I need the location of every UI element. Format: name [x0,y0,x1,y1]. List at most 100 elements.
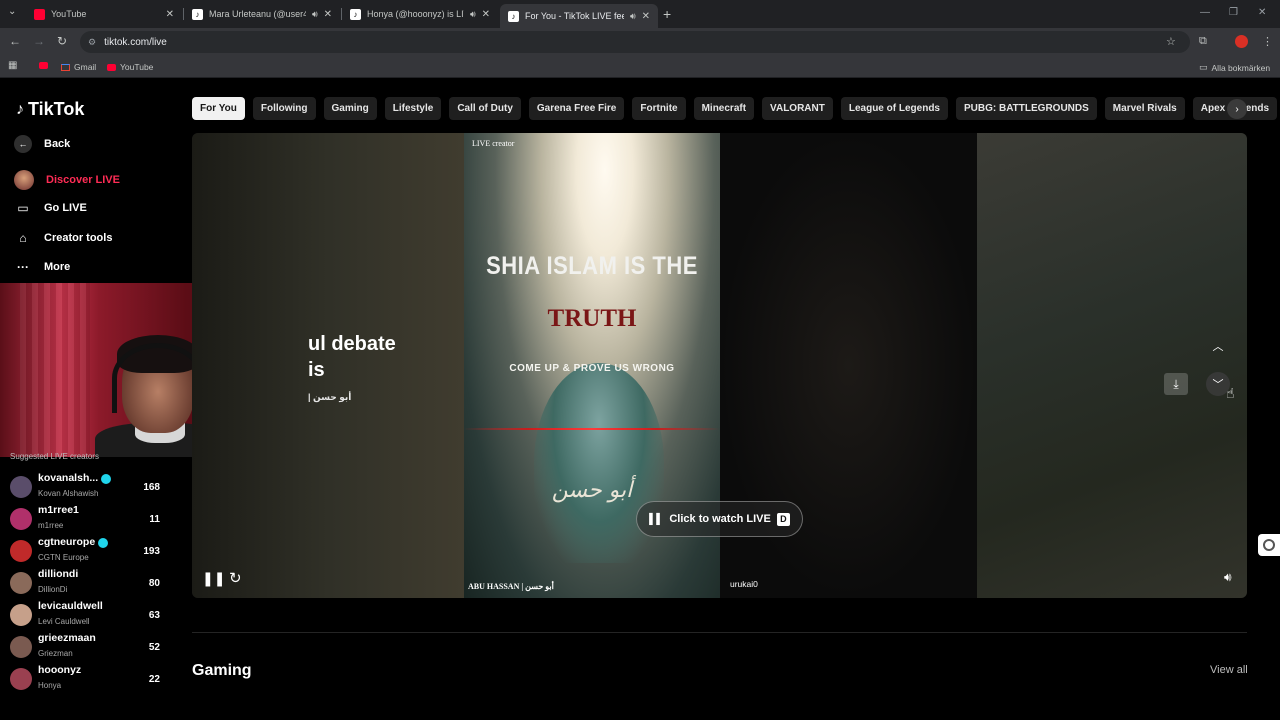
apps-grid-icon[interactable]: ▦ [8,60,17,71]
folder-icon: ▭ [1199,62,1208,72]
speaker-icon[interactable]: 🔊︎ [470,9,476,20]
tab-title: For You - TikTok LIVE feed [525,11,624,21]
list-item[interactable]: hooonyz Honya 22 [10,664,160,694]
tab-title: YouTube [51,9,87,19]
chevron-right-icon[interactable]: › [1227,99,1247,119]
chip-valorant[interactable]: VALORANT [762,97,833,120]
tiktok-favicon-icon: ♪ [350,8,361,20]
chip-fortnite[interactable]: Fortnite [632,97,686,120]
youtube-icon [107,63,116,71]
live-carousel[interactable]: ul debate is | أبو حسن LIVE creator SHIA… [192,133,1247,598]
tab-search-icon[interactable]: ⌄ [8,6,16,17]
creator-caption: urukai0 [730,579,758,589]
extensions-icon[interactable]: ⧉ [1199,35,1207,48]
bookmark-star-icon[interactable]: ☆ [1166,35,1176,48]
list-item[interactable]: cgtneurope CGTN Europe 193 [10,536,160,566]
close-icon[interactable]: ✕ [482,9,490,20]
forward-arrow-icon[interactable]: → [33,34,45,48]
close-icon[interactable]: ✕ [642,11,650,22]
tiktok-note-icon: ♪ [16,100,24,118]
list-item[interactable]: kovanalsh... Kovan Alshawish 168 [10,472,160,502]
avatar [10,572,32,594]
chip-garena-free-fire[interactable]: Garena Free Fire [528,97,625,120]
chevron-up-icon[interactable]: ︿ [1206,334,1230,358]
tab-mara[interactable]: ♪ Mara Urleteanu (@user444 🔊︎ ✕ [184,4,340,24]
arrow-left-icon: ← [14,135,32,153]
browser-tabstrip: ⌄ YouTube ✕ ♪ Mara Urleteanu (@user444 🔊… [0,0,1280,28]
live-panel-left[interactable]: ul debate is | أبو حسن [192,133,464,598]
minimize-icon[interactable]: — [1200,7,1210,18]
view-all-link[interactable]: View all [1210,664,1248,676]
verified-badge-icon [98,537,109,548]
profile-avatar[interactable] [1235,35,1248,48]
avatar [10,508,32,530]
close-icon[interactable]: ✕ [166,9,174,20]
speaker-icon[interactable]: 🔊︎ [312,9,318,20]
tab-youtube[interactable]: YouTube ✕ [26,4,182,24]
chip-minecraft[interactable]: Minecraft [693,97,755,120]
shortcut-key: D [776,512,790,526]
tab-title: Honya (@hooonyz) is LIVE [367,9,464,19]
more-dots-icon: ··· [17,260,29,274]
divider [192,632,1247,633]
speaker-icon[interactable]: 🔊︎ [630,11,636,22]
overlay-text-line1: SHIA ISLAM IS THE [486,251,698,280]
sidebar-item-more[interactable]: ··· More [14,260,70,274]
sidebar-item-go-live[interactable]: ▭ Go LIVE [14,201,86,215]
all-bookmarks[interactable]: ▭ Alla bokmärken [1199,62,1270,73]
tiktok-logo[interactable]: ♪ TikTok [16,99,84,120]
list-item[interactable]: levicauldwell Levi Cauldwell 63 [10,600,160,630]
chip-following[interactable]: Following [252,97,316,120]
live-creator-label: LIVE creator [472,139,515,148]
section-title: Gaming [192,662,252,679]
sidebar-item-creator-tools[interactable]: ⌂ Creator tools [14,231,112,245]
watch-live-button[interactable]: ▌▌ Click to watch LIVE D [636,501,803,537]
tiktok-favicon-icon: ♪ [192,8,203,20]
site-info-icon[interactable]: ⚙ [88,37,96,48]
overlay-text-line3: COME UP & PROVE US WRONG [509,363,675,374]
bookmark-youtube[interactable]: YouTube [107,62,153,72]
suggested-header: Suggested LIVE creators [10,452,99,461]
chip-lifestyle[interactable]: Lifestyle [384,97,442,120]
chip-gaming[interactable]: Gaming [323,97,377,120]
chip-for-you[interactable]: For You [192,97,245,120]
back-button[interactable]: ← Back [14,135,70,153]
category-chips: For You Following Gaming Lifestyle Call … [192,97,1278,121]
live-panel-right[interactable] [977,133,1247,598]
close-icon[interactable]: ✕ [324,9,332,20]
chip-pubg[interactable]: PUBG: BATTLEGROUNDS [955,97,1097,120]
tab-tiktok-live-feed[interactable]: ♪ For You - TikTok LIVE feed 🔊︎ ✕ [500,4,658,28]
sidebar-item-discover-live[interactable]: Discover LIVE [14,170,120,190]
verified-badge-icon [101,473,112,484]
tab-honya[interactable]: ♪ Honya (@hooonyz) is LIVE 🔊︎ ✕ [342,4,498,24]
bookmark-youtube-favicon[interactable] [39,62,48,69]
tiktok-favicon-icon: ♪ [508,10,519,22]
pause-icon[interactable]: ❚❚ [202,570,225,587]
tab-title: Mara Urleteanu (@user444 [209,9,306,19]
red-light-line [464,428,720,430]
chip-call-of-duty[interactable]: Call of Duty [449,97,521,120]
floating-widget-icon[interactable] [1258,534,1280,556]
address-bar[interactable]: ⚙ tiktok.com/live [80,31,1190,53]
avatar [14,170,34,190]
reload-icon[interactable]: ↻ [57,34,67,48]
list-item[interactable]: dilliondi DillionDi 80 [10,568,160,598]
menu-kebab-icon[interactable]: ⋮ [1262,35,1273,48]
chip-league-of-legends[interactable]: League of Legends [840,97,948,120]
window-close-icon[interactable]: ✕ [1258,7,1266,18]
home-icon: ⌂ [19,231,27,245]
avatar [10,540,32,562]
back-arrow-icon[interactable]: ← [9,34,21,48]
panel-title: ul debate is [308,333,396,381]
download-icon[interactable]: ⤓ [1164,373,1188,395]
list-item[interactable]: grieezmaan Griezman 52 [10,632,160,662]
chip-marvel-rivals[interactable]: Marvel Rivals [1104,97,1185,120]
restore-icon[interactable]: ❐ [1229,7,1238,18]
cursor-pointer-icon: ☝ [1226,385,1235,401]
bookmark-gmail[interactable]: Gmail [61,62,96,72]
new-tab-icon[interactable]: + [663,6,671,22]
panel-subtitle: | أبو حسن [308,392,352,402]
refresh-icon[interactable]: ↻ [229,569,242,587]
volume-icon[interactable]: 🔊︎ [1224,570,1232,585]
list-item[interactable]: m1rree1 m1rree 11 [10,504,160,534]
